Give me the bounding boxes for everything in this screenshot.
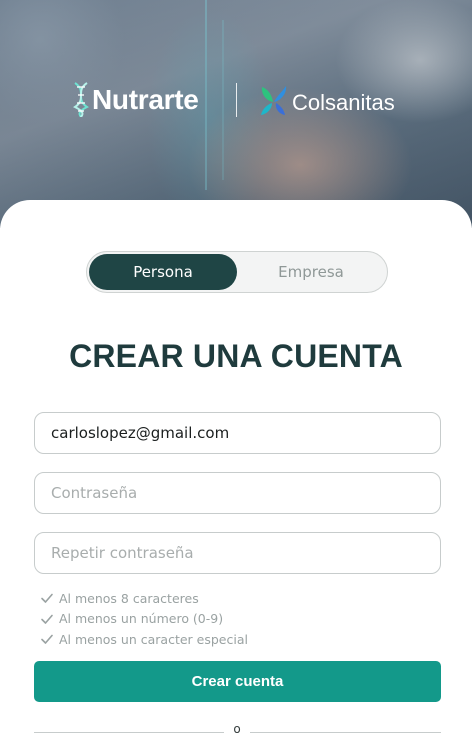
signup-card: Persona Empresa CREAR UNA CUENTA Al meno…: [0, 200, 472, 742]
page-title: CREAR UNA CUENTA: [69, 338, 403, 374]
brand-logos: Nutrarte Colsanitas: [0, 80, 472, 120]
account-type-toggle: Persona Empresa: [86, 251, 388, 293]
check-icon: [41, 634, 53, 645]
requirement-item: Al menos un caracter especial: [40, 629, 440, 650]
check-icon: [41, 593, 53, 604]
logo-divider: [236, 83, 237, 117]
toggle-option-empresa[interactable]: Empresa: [237, 254, 385, 290]
or-divider: o: [34, 722, 441, 742]
hero-banner: Nutrarte Colsanitas: [0, 0, 472, 228]
dna-helix-icon: [73, 82, 89, 118]
requirement-label: Al menos un número (0-9): [59, 611, 224, 627]
colsanitas-leaf-icon: [261, 86, 287, 115]
nutrarte-wordmark: Nutrarte: [92, 84, 199, 115]
toggle-option-persona[interactable]: Persona: [89, 254, 237, 290]
divider-line: [34, 732, 224, 733]
colsanitas-wordmark: Colsanitas: [292, 90, 395, 115]
requirement-label: Al menos 8 caracteres: [59, 590, 199, 606]
create-account-button[interactable]: Crear cuenta: [34, 661, 441, 702]
password-requirements: Al menos 8 caracteres Al menos un número…: [40, 588, 440, 650]
nutrarte-logo: Nutrarte: [72, 80, 199, 120]
password-field[interactable]: [34, 472, 441, 514]
or-label: o: [233, 722, 241, 736]
repeat-password-field[interactable]: [34, 532, 441, 574]
requirement-item: Al menos un número (0-9): [40, 609, 440, 630]
email-field[interactable]: [34, 412, 441, 454]
check-icon: [41, 614, 53, 624]
colsanitas-logo: Colsanitas: [258, 80, 395, 120]
requirement-item: Al menos 8 caracteres: [40, 588, 440, 609]
divider-line: [250, 732, 441, 733]
requirement-label: Al menos un caracter especial: [59, 631, 248, 647]
